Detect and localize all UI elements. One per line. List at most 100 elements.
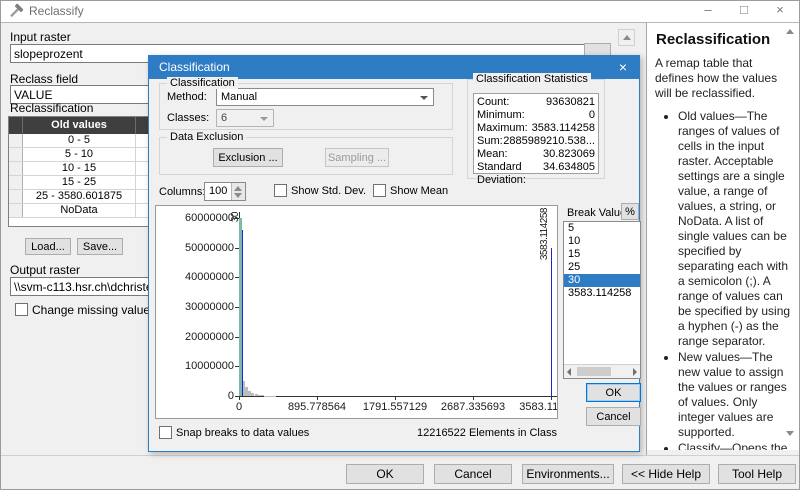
pane-divider xyxy=(646,23,647,455)
chevron-down-icon xyxy=(420,96,428,100)
old-value-cell[interactable]: 5 - 10 xyxy=(23,148,136,161)
statistic-label: Maximum: xyxy=(477,122,528,135)
x-tick xyxy=(473,396,474,400)
percent-button[interactable]: % xyxy=(621,203,639,220)
y-tick-label: 30000000 xyxy=(156,301,234,313)
hscroll-thumb[interactable] xyxy=(577,367,611,376)
row-selector-cell[interactable] xyxy=(9,190,23,203)
columns-spinner[interactable]: 100 xyxy=(204,182,246,201)
old-value-cell[interactable]: 10 - 15 xyxy=(23,162,136,175)
snap-breaks-label: Snap breaks to data values xyxy=(176,427,309,439)
help-bullet: Classify—Opens the dialog box allowing t… xyxy=(678,441,793,450)
y-tick-label: 40000000 xyxy=(156,271,234,283)
old-value-cell[interactable]: 15 - 25 xyxy=(23,176,136,189)
row-selector-cell[interactable] xyxy=(9,176,23,189)
statistic-row: Standard Deviation:34.634805 xyxy=(477,161,595,174)
help-scroll-up-icon[interactable] xyxy=(786,29,794,34)
show-std-dev-checkbox[interactable] xyxy=(274,184,287,197)
columns-value: 100 xyxy=(209,185,227,197)
close-icon[interactable]: × xyxy=(762,0,798,22)
statistic-value: 93630821 xyxy=(546,96,595,109)
spinner-up-icon[interactable] xyxy=(234,186,242,191)
classes-value: 6 xyxy=(221,112,227,124)
input-raster-label: Input raster xyxy=(10,30,71,44)
break-value-item[interactable]: 10 xyxy=(564,235,640,248)
method-label: Method: xyxy=(167,91,207,103)
environments-button[interactable]: Environments... xyxy=(522,464,614,484)
scroll-right-icon[interactable] xyxy=(633,368,637,376)
x-tick xyxy=(551,396,552,400)
dialog-close-icon[interactable]: × xyxy=(613,58,633,76)
break-line[interactable] xyxy=(551,248,552,396)
y-tick-label: 50000000 xyxy=(156,242,234,254)
statistic-label: Mean: xyxy=(477,148,508,161)
statistic-label: Minimum: xyxy=(477,109,525,122)
x-tick-label: 895.778564 xyxy=(275,401,359,413)
x-tick-label: 0 xyxy=(197,401,281,413)
method-value: Manual xyxy=(221,91,257,103)
method-dropdown[interactable]: Manual xyxy=(216,88,434,106)
spinner-down-icon[interactable] xyxy=(234,193,242,198)
show-mean-label: Show Mean xyxy=(390,185,448,197)
snap-breaks-checkbox[interactable] xyxy=(159,426,172,439)
statistic-value: 0 xyxy=(589,109,595,122)
hide-help-button[interactable]: << Hide Help xyxy=(622,464,710,484)
break-values-items: 5101525303583.114258 xyxy=(564,222,640,300)
break-line[interactable] xyxy=(242,230,243,396)
y-tick-label: 60000000 xyxy=(156,212,234,224)
statistic-row: Count:93630821 xyxy=(477,96,595,109)
old-value-cell[interactable]: 25 - 3580.601875 xyxy=(23,190,136,203)
old-value-cell[interactable]: 0 - 5 xyxy=(23,134,136,147)
bottom-bar: OK Cancel Environments... << Hide Help T… xyxy=(0,455,800,490)
x-tick xyxy=(317,396,318,400)
minimize-icon[interactable]: – xyxy=(690,0,726,22)
hammer-tool-icon xyxy=(7,3,24,23)
scroll-left-icon[interactable] xyxy=(567,368,571,376)
save-button[interactable]: Save... xyxy=(77,238,123,255)
x-tick xyxy=(395,396,396,400)
classification-dialog: Classification × Classification Method: … xyxy=(148,55,640,452)
output-raster-label: Output raster xyxy=(10,263,80,277)
scroll-up-icon[interactable] xyxy=(618,29,635,46)
break-value-item[interactable]: 5 xyxy=(564,222,640,235)
cancel-button[interactable]: Cancel xyxy=(434,464,512,484)
spinner-buttons[interactable] xyxy=(231,183,245,200)
statistic-row: Sum:2885989210.538... xyxy=(477,135,595,148)
tool-help-button[interactable]: Tool Help xyxy=(718,464,796,484)
statistic-value: 34.634805 xyxy=(543,161,595,174)
x-tick-label: 1791.557129 xyxy=(353,401,437,413)
statistics-panel: Count:93630821Minimum:0Maximum:3583.1142… xyxy=(473,93,599,174)
row-selector-cell[interactable] xyxy=(9,134,23,147)
elements-in-class-text: 12216522 Elements in Class xyxy=(399,427,557,439)
x-tick xyxy=(239,396,240,400)
help-scroll-down-icon[interactable] xyxy=(786,431,794,436)
row-selector-cell[interactable] xyxy=(9,162,23,175)
reclassification-label: Reclassification xyxy=(10,101,93,115)
old-value-cell[interactable]: NoData xyxy=(23,204,136,217)
row-selector-cell[interactable] xyxy=(9,204,23,217)
window-titlebar[interactable]: Reclassify – □ × xyxy=(0,0,800,23)
break-values-hscrollbar[interactable] xyxy=(564,364,640,378)
row-selector-cell[interactable] xyxy=(9,148,23,161)
break-values-list[interactable]: 5101525303583.114258 xyxy=(563,221,641,379)
break-value-item[interactable]: 25 xyxy=(564,261,640,274)
break-value-item[interactable]: 3583.114258 xyxy=(564,287,640,300)
table-column-header: Old values xyxy=(23,117,136,134)
table-select-all-cell[interactable] xyxy=(9,117,23,134)
classification-ok-button[interactable]: OK xyxy=(586,383,641,402)
show-std-dev-label: Show Std. Dev. xyxy=(291,185,366,197)
maximize-icon[interactable]: □ xyxy=(726,0,762,22)
y-tick-label: 20000000 xyxy=(156,331,234,343)
show-mean-checkbox[interactable] xyxy=(373,184,386,197)
help-heading: Reclassification xyxy=(656,31,770,48)
break-value-item[interactable]: 30 xyxy=(564,274,640,287)
ok-button[interactable]: OK xyxy=(346,464,424,484)
missing-values-checkbox[interactable] xyxy=(15,303,28,316)
statistics-group-label: Classification Statistics xyxy=(473,73,591,85)
exclusion-button[interactable]: Exclusion ... xyxy=(213,148,283,167)
statistic-value: 2885989210.538... xyxy=(503,135,595,148)
classes-label: Classes: xyxy=(167,112,209,124)
load-button[interactable]: Load... xyxy=(25,238,71,255)
break-value-item[interactable]: 15 xyxy=(564,248,640,261)
classification-cancel-button[interactable]: Cancel xyxy=(586,407,641,426)
